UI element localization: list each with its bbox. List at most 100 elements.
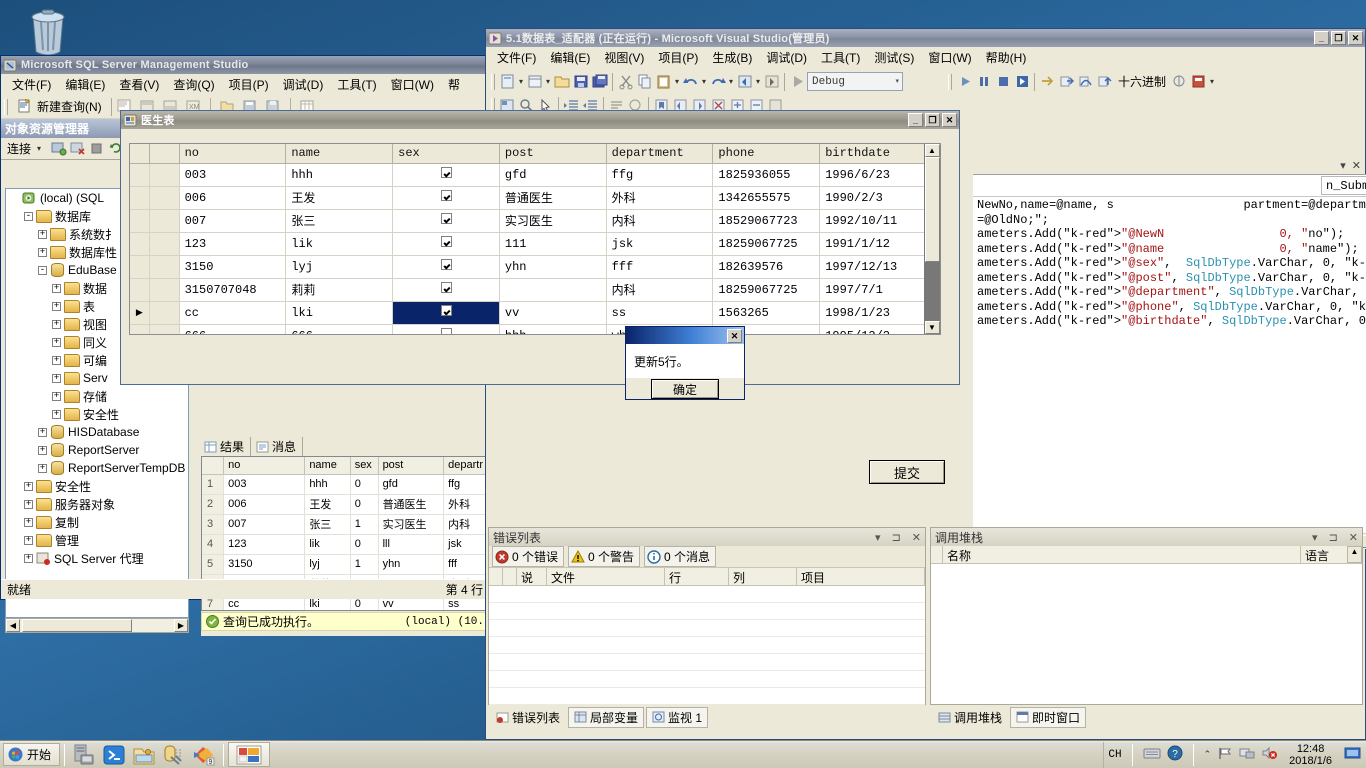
undo-icon[interactable] [681,72,700,91]
results-cell[interactable]: 外科 [443,494,488,515]
table-row[interactable]: 3150 lyj yhn fff 182639576 1997/12/13 [130,255,927,279]
save-all-icon[interactable] [590,72,609,91]
pin-panel-icon[interactable]: ⊐ [1329,531,1338,544]
grid-cell[interactable]: ffg [606,163,714,187]
grid-cell[interactable]: lki [285,301,394,325]
vscroll-thumb[interactable] [924,157,940,262]
grid-cell[interactable]: 外科 [606,186,714,210]
ssms-menu-window[interactable]: 窗口(W) [384,74,441,95]
volume-muted-icon[interactable] [1261,746,1278,763]
row-selector-cell[interactable] [130,186,150,210]
vs-menubar[interactable]: 文件(F) 编辑(E) 视图(V) 项目(P) 生成(B) 调试(D) 工具(T… [486,47,1365,68]
hex-display-button[interactable]: 十六进制 [1114,73,1170,90]
grid-cell[interactable]: 1563265 [712,301,821,325]
debug-toolbar-gripper[interactable] [948,73,952,90]
grid-cell[interactable]: 003 [179,163,287,187]
row-selector-cell[interactable] [130,324,150,334]
results-cell[interactable]: lik [304,534,351,555]
error-col-file[interactable]: 文件 [547,568,665,585]
minimize-button[interactable]: _ [908,113,923,127]
right-dock-tabstrip[interactable]: 调用堆栈 即时窗口 [932,706,1087,728]
close-panel-icon[interactable]: ✕ [912,531,921,544]
results-cell[interactable]: 006 [223,494,306,515]
navigate-backward-icon[interactable] [735,72,754,91]
minimize-panel-icon[interactable]: ▾ [1312,531,1318,544]
results-cell[interactable]: ffg [443,474,488,495]
expand-icon[interactable]: + [38,427,47,437]
tree-node[interactable]: + 服务器对象 [6,495,188,513]
doctor-data-grid[interactable]: no name sex post department phone birthdate 00… [129,143,941,335]
vs-code-editor[interactable]: n_Submit_Click(object sender, EventArgs … [973,174,1366,549]
grid-cell[interactable]: lik [285,232,394,256]
expand-icon[interactable]: + [52,301,61,311]
sex-checkbox[interactable] [440,236,452,247]
error-list-header[interactable]: 说 文件 行 列 项目 [489,568,925,586]
tree-node[interactable]: + HISDatabase [6,423,188,441]
results-cell[interactable]: 0 [350,534,379,555]
error-col-desc[interactable]: 说 [517,568,547,585]
table-row[interactable]: 4 123 lik 0 lll jsk [202,534,488,555]
results-cell[interactable]: jsk [443,534,488,555]
vs-menu-help[interactable]: 帮助(H) [979,47,1034,68]
msgbox-window-buttons[interactable]: ✕ [727,328,742,343]
row-header-cell[interactable] [149,163,180,187]
paste-icon[interactable] [654,72,673,91]
taskbar-clock[interactable]: 12:48 2018/1/6 [1283,743,1338,767]
grid-cell[interactable]: 123 [179,232,287,256]
ime-indicator[interactable]: CH [1108,749,1121,761]
navigate-forward-icon[interactable] [762,72,781,91]
row-selector-cell[interactable]: ▶ [130,301,150,325]
stop-debugging-icon[interactable] [993,72,1012,91]
results-cell[interactable]: 123 [223,534,306,555]
grid-rowheader-column[interactable] [149,144,180,164]
expand-icon[interactable]: + [38,445,47,455]
vs-menu-tools[interactable]: 工具(T) [814,47,867,68]
network-icon[interactable] [1239,746,1255,763]
sex-checkbox[interactable] [440,167,452,178]
errors-filter-button[interactable]: 0 个错误 [492,546,565,567]
row-number-cell[interactable]: 5 [202,554,225,575]
row-selector-cell[interactable] [130,163,150,187]
navigate-dropdown-icon[interactable]: ▾ [754,77,762,86]
call-stack-rows[interactable] [931,564,1362,704]
tab-call-stack[interactable]: 调用堆栈 [932,707,1008,728]
ssms-menu-project[interactable]: 项目(P) [222,74,276,95]
expand-icon[interactable]: + [24,553,33,563]
redo-icon[interactable] [708,72,727,91]
object-explorer-hscrollbar[interactable]: ◀ ▶ [5,618,189,633]
sex-checkbox-cell[interactable] [392,278,500,302]
collapse-icon[interactable]: - [24,211,33,221]
disconnect-object-explorer-icon[interactable] [68,139,87,158]
table-row[interactable]: 006 王发 普通医生 外科 1342655575 1990/2/3 [130,186,927,210]
grid-column-header[interactable]: sex [392,144,500,164]
grid-cell[interactable]: 普通医生 [499,186,607,210]
add-item-icon[interactable] [525,72,544,91]
expand-icon[interactable]: + [52,355,61,365]
cut-icon[interactable] [616,72,635,91]
sex-checkbox-cell[interactable] [392,232,500,256]
grid-cell[interactable]: 内科 [606,209,714,233]
call-stack-header[interactable]: 名称 语言 ▲ [931,546,1362,564]
sex-checkbox-cell[interactable] [392,163,500,187]
error-list-toolbar[interactable]: 0 个错误 0 个警告 0 个消息 [489,546,925,568]
results-cell[interactable]: yhn [378,554,445,575]
taskbar-button-vs[interactable] [228,742,271,767]
results-cell[interactable]: 实习医生 [378,514,445,535]
messages-filter-button[interactable]: 0 个消息 [644,546,717,567]
pin-panel-icon[interactable]: ⊐ [892,531,901,544]
stop-icon[interactable] [87,139,106,158]
thread-icon[interactable] [1170,72,1189,91]
grid-cell[interactable]: gfd [499,163,607,187]
table-row[interactable]: 3 007 张三 1 实习医生 内科 [202,514,488,535]
error-col-column[interactable]: 列 [729,568,797,585]
grid-cell[interactable]: 111 [499,232,607,256]
tab-immediate-window[interactable]: 即时窗口 [1010,706,1087,728]
start-debugging-icon[interactable] [788,72,807,91]
toolbar-gripper[interactable] [4,98,8,115]
results-column-header[interactable] [202,457,225,475]
show-next-statement-icon[interactable] [1038,72,1057,91]
step-out-icon[interactable] [1095,72,1114,91]
close-button[interactable]: ✕ [1348,31,1363,45]
continue-icon[interactable] [955,72,974,91]
row-number-cell[interactable]: 3 [202,514,225,535]
